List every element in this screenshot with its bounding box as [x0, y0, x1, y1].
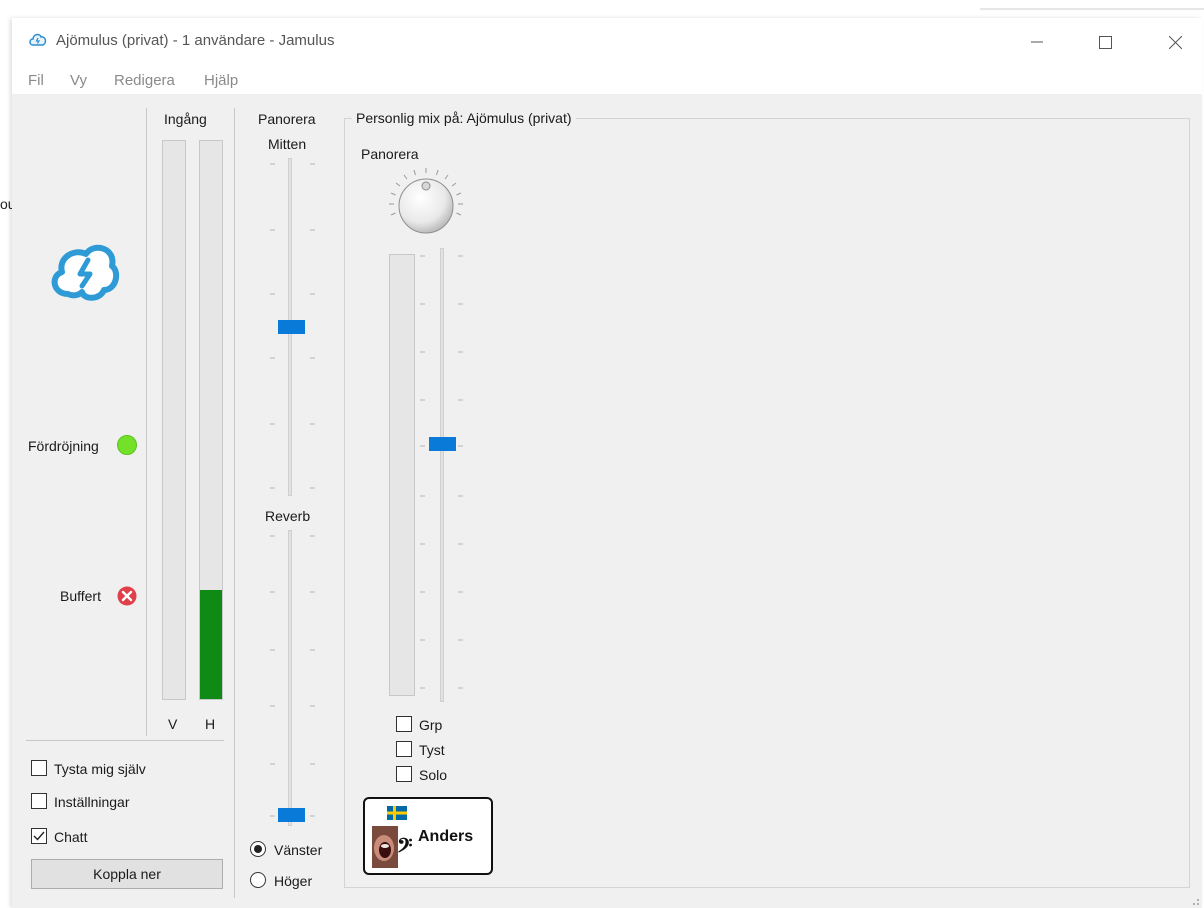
right-channel-radio[interactable] [250, 872, 266, 888]
menu-help[interactable]: Hjälp [204, 72, 238, 89]
reverb-slider-handle[interactable] [278, 808, 305, 822]
channel-solo-label[interactable]: Solo [419, 767, 447, 783]
menu-bar [12, 66, 1202, 94]
meter-right-label: H [205, 716, 216, 732]
channel-level-meter [389, 254, 415, 696]
reverb-slider-ticks [270, 535, 315, 817]
maximize-button[interactable] [1082, 22, 1128, 62]
radio-selected-dot [254, 845, 262, 853]
mute-myself-checkbox[interactable] [31, 760, 47, 776]
vocal-bass-icon: 𝄢 [372, 826, 412, 868]
channel-pan-label: Panorera [361, 146, 419, 162]
minimize-button[interactable] [1014, 22, 1060, 62]
sweden-flag-icon [387, 806, 407, 820]
personal-mix-title: Personlig mix på: Ajömulus (privat) [352, 110, 576, 126]
delay-label: Fördröjning [28, 438, 99, 454]
delay-status-led [117, 435, 137, 455]
channel-fader-handle[interactable] [429, 437, 456, 451]
menu-view[interactable]: Vy [70, 72, 87, 89]
input-meter-right-level [200, 590, 222, 699]
close-button[interactable] [1152, 22, 1198, 62]
separator [234, 108, 235, 898]
pan-title: Panorera [258, 111, 316, 127]
close-icon [1168, 35, 1182, 49]
jamulus-logo-icon [51, 244, 120, 301]
menu-edit[interactable]: Redigera [114, 72, 175, 89]
channel-fader-ticks [420, 255, 463, 689]
buffer-error-icon [117, 586, 137, 606]
mute-myself-label[interactable]: Tysta mig själv [54, 761, 146, 777]
channel-solo-checkbox[interactable] [396, 766, 412, 782]
checkmark-icon [33, 831, 45, 841]
buffer-label: Buffert [60, 588, 101, 604]
chat-label[interactable]: Chatt [54, 829, 87, 845]
musician-name: Anders [418, 828, 474, 845]
settings-checkbox[interactable] [31, 793, 47, 809]
maximize-icon [1098, 35, 1112, 49]
resize-grip-icon[interactable] [1188, 894, 1200, 906]
right-channel-label[interactable]: Höger [274, 873, 312, 889]
disconnect-button[interactable]: Koppla ner [31, 859, 223, 889]
input-meter-left [162, 140, 186, 700]
meter-left-label: V [168, 716, 178, 732]
group-checkbox[interactable] [396, 716, 412, 732]
separator [146, 108, 147, 736]
pan-value: Mitten [268, 136, 307, 152]
channel-mute-label[interactable]: Tyst [419, 742, 445, 758]
input-level-title: Ingång [164, 111, 207, 127]
menu-file[interactable]: Fil [28, 72, 44, 89]
pan-slider-handle[interactable] [278, 320, 305, 334]
pan-knob[interactable] [386, 164, 466, 244]
left-channel-label[interactable]: Vänster [274, 842, 322, 858]
settings-label[interactable]: Inställningar [54, 794, 130, 810]
svg-text:𝄢: 𝄢 [397, 833, 412, 862]
minimize-icon [1031, 41, 1043, 43]
background-edge [980, 8, 1204, 10]
group-label[interactable]: Grp [419, 717, 442, 733]
separator [26, 740, 224, 741]
jamulus-cloud-icon [29, 33, 47, 46]
chat-checkbox[interactable] [31, 828, 47, 844]
window-title: Ajömulus (privat) - 1 användare - Jamulu… [56, 32, 335, 49]
reverb-label: Reverb [265, 508, 311, 524]
channel-mute-checkbox[interactable] [396, 741, 412, 757]
